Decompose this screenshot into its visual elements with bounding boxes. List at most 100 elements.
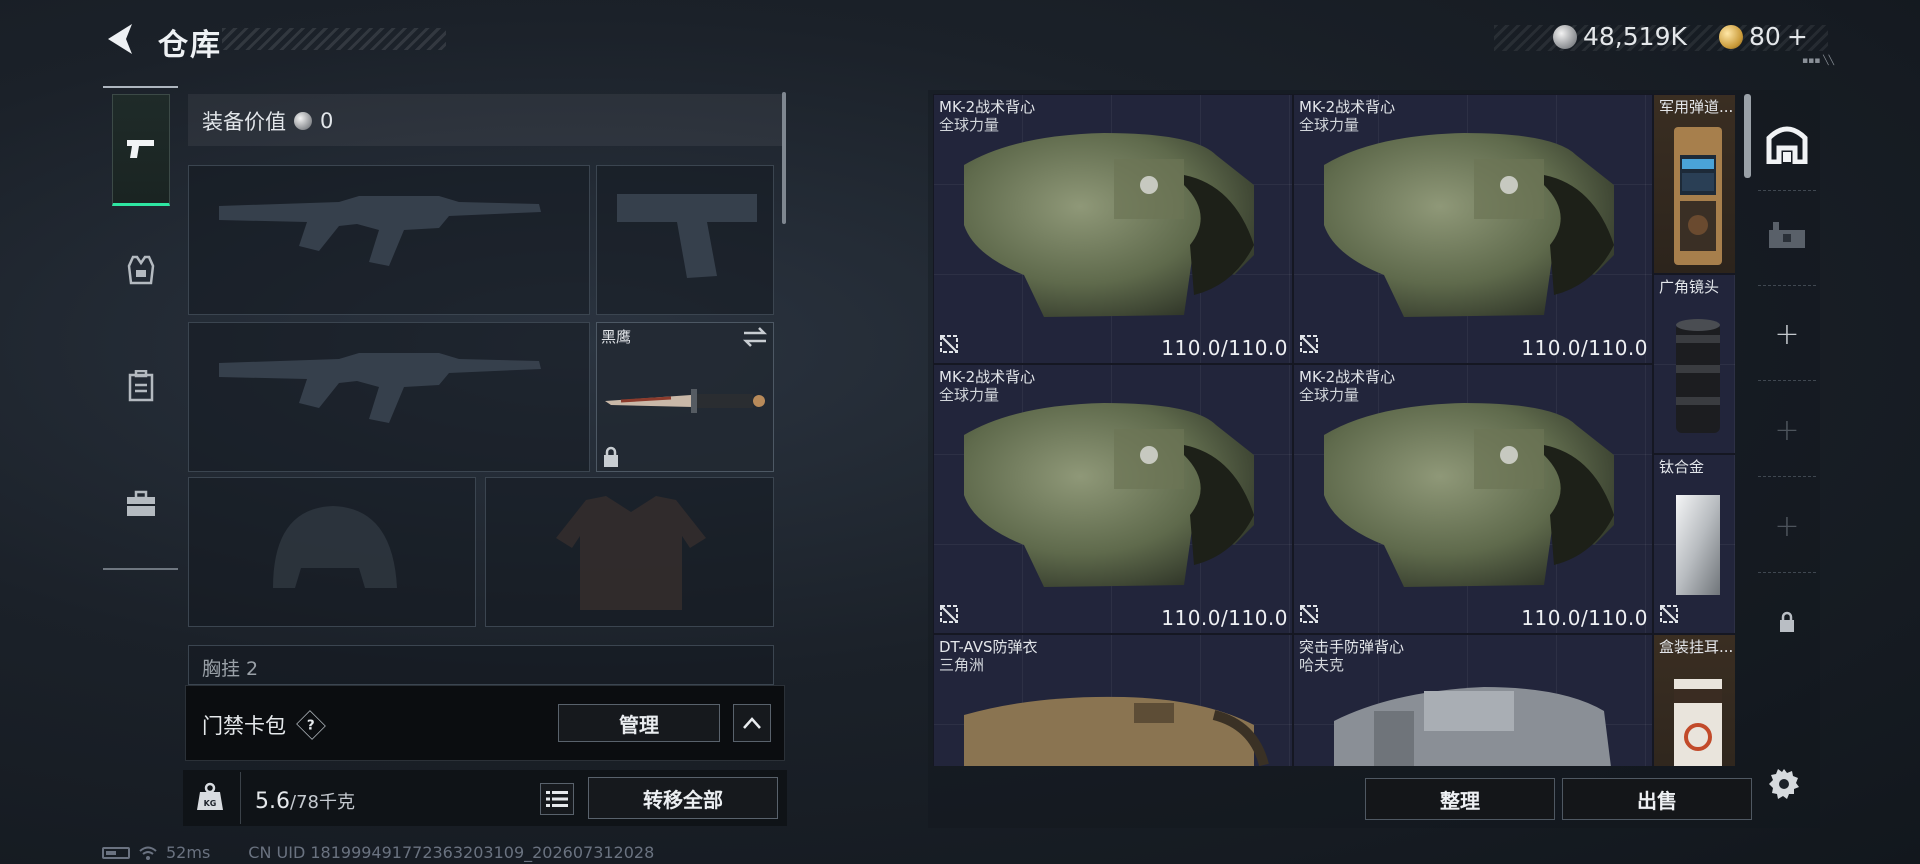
currency-coin: 48,519K	[1553, 22, 1687, 51]
rail-top-line	[103, 86, 178, 88]
armor-silhouette-icon	[556, 496, 706, 610]
status-bar: 52ms CN UID 181999491772363203109_202607…	[102, 843, 654, 862]
system-tag: ▪▪▪ ╲╲	[1802, 56, 1834, 66]
help-icon[interactable]: ?	[296, 710, 326, 740]
no-space-icon	[939, 334, 959, 358]
stash-item-small-2[interactable]: 广角镜头	[1653, 274, 1735, 454]
slot-pistol[interactable]	[596, 165, 774, 315]
ping-value: 52ms	[166, 843, 211, 862]
divider	[1758, 190, 1816, 191]
pistol-silhouette-icon	[617, 194, 757, 278]
weight-current: 5.6	[255, 789, 290, 814]
divider	[240, 772, 241, 824]
currency-bond-add[interactable]: +	[1787, 22, 1808, 51]
lock-icon	[1780, 611, 1794, 632]
no-space-icon	[939, 604, 959, 628]
body-armor-tan-image	[964, 696, 1269, 766]
settings-button[interactable]	[1764, 764, 1804, 804]
vest-icon	[127, 255, 155, 285]
lock-icon	[602, 446, 620, 472]
equip-value-amount: 0	[320, 109, 334, 133]
stash-tab-locked[interactable]	[1761, 596, 1813, 648]
sort-button[interactable]: 整理	[1365, 778, 1555, 820]
stash-item-small-1[interactable]: 军用弹道...	[1653, 94, 1735, 274]
stash-item-armor-2[interactable]: 突击手防弹背心 哈夫克	[1293, 634, 1653, 766]
stash-scrollbar[interactable]	[1744, 94, 1751, 178]
equip-value: 装备价值 0	[202, 106, 333, 136]
stash-tab-add-2[interactable]: +	[1761, 404, 1813, 456]
slot-body-armor[interactable]	[485, 477, 774, 627]
plus-icon: +	[1774, 412, 1800, 448]
swap-icon[interactable]	[742, 326, 768, 352]
loadout-scrollbar[interactable]	[782, 92, 786, 224]
rail-bottom-line	[103, 568, 178, 570]
rail-tab-backpack[interactable]	[112, 350, 170, 422]
slot-helmet[interactable]	[188, 477, 476, 627]
pistol-icon	[127, 140, 154, 158]
divider	[1758, 380, 1816, 381]
tactical-vest-image	[964, 403, 1254, 587]
collapse-button[interactable]	[733, 704, 771, 742]
storage-icon	[1769, 222, 1805, 248]
rifle-silhouette-icon	[219, 353, 541, 423]
warehouse-icon	[1766, 126, 1808, 164]
battery-icon	[102, 846, 130, 859]
currency-bond-value: 80	[1749, 22, 1781, 51]
equip-value-label: 装备价值	[202, 110, 286, 134]
stash-item-small-3[interactable]: 钛合金	[1653, 454, 1735, 634]
stash-tab-add-3[interactable]: +	[1761, 500, 1813, 552]
chest-rig-label: 胸挂 2	[202, 658, 259, 680]
card-bag-label: 门禁卡包	[202, 714, 286, 738]
back-arrow-icon	[108, 24, 132, 54]
stash-item-vest-2[interactable]: MK-2战术背心 全球力量 110.0/110.0	[1293, 94, 1653, 364]
briefcase-icon	[127, 490, 155, 516]
rail-tab-gear[interactable]	[112, 234, 170, 306]
slot-primary-weapon[interactable]	[188, 165, 590, 315]
sell-button[interactable]: 出售	[1562, 778, 1752, 820]
no-space-icon	[1299, 604, 1319, 628]
helmet-silhouette-icon	[273, 506, 397, 588]
page-title: 仓库	[158, 28, 222, 63]
chevron-up-icon	[743, 717, 761, 729]
stash-tab-main[interactable]	[1761, 118, 1813, 170]
card-bag-title: 门禁卡包 ?	[202, 710, 326, 740]
weight-icon: KG	[196, 782, 224, 816]
tactical-vest-image	[1324, 133, 1614, 317]
body-armor-grey-image	[1334, 687, 1611, 766]
plus-icon: +	[1774, 508, 1800, 544]
manage-button[interactable]: 管理	[558, 704, 720, 742]
list-view-button[interactable]	[540, 783, 574, 815]
back-button[interactable]	[100, 18, 142, 60]
no-space-icon	[1299, 334, 1319, 358]
backpack-icon	[128, 370, 154, 402]
stash-item-small-4[interactable]: 盒装挂耳...	[1653, 634, 1735, 766]
bond-icon	[1719, 24, 1743, 49]
stash-grid: MK-2战术背心 全球力量 110.0/110.0 MK-2战术背心 全球力量 …	[933, 94, 1735, 766]
wide-angle-lens-image	[1676, 319, 1720, 433]
divider	[1758, 572, 1816, 573]
tactical-vest-image	[1324, 403, 1614, 587]
weight-max: /78千克	[290, 792, 355, 813]
melee-name: 黑鹰	[601, 328, 632, 346]
weight-value: 5.6/78千克	[255, 788, 355, 814]
transfer-all-button[interactable]: 转移全部	[588, 777, 778, 819]
stash-item-vest-1[interactable]: MK-2战术背心 全球力量 110.0/110.0	[933, 94, 1293, 364]
stash-item-armor-1[interactable]: DT-AVS防弹衣 三角洲	[933, 634, 1293, 766]
no-space-icon	[1659, 604, 1679, 628]
plus-icon: +	[1774, 316, 1800, 352]
stash-item-vest-4[interactable]: MK-2战术背心 全球力量 110.0/110.0	[1293, 364, 1653, 634]
rifle-silhouette-icon	[219, 196, 541, 266]
slot-secondary-weapon[interactable]	[188, 322, 590, 472]
stash-item-vest-3[interactable]: MK-2战术背心 全球力量 110.0/110.0	[933, 364, 1293, 634]
rail-tab-case[interactable]	[112, 468, 170, 540]
stash-tab-2[interactable]	[1761, 210, 1813, 262]
rail-tab-weapons[interactable]	[112, 94, 170, 206]
divider	[1758, 285, 1816, 286]
titanium-alloy-image	[1676, 495, 1720, 595]
divider	[1758, 476, 1816, 477]
slot-chest-rig[interactable]	[188, 645, 774, 685]
gear-icon	[1769, 769, 1799, 799]
tactical-vest-image	[964, 133, 1254, 317]
stash-tab-add-1[interactable]: +	[1761, 308, 1813, 360]
currency-bond[interactable]: 80 +	[1719, 22, 1808, 51]
